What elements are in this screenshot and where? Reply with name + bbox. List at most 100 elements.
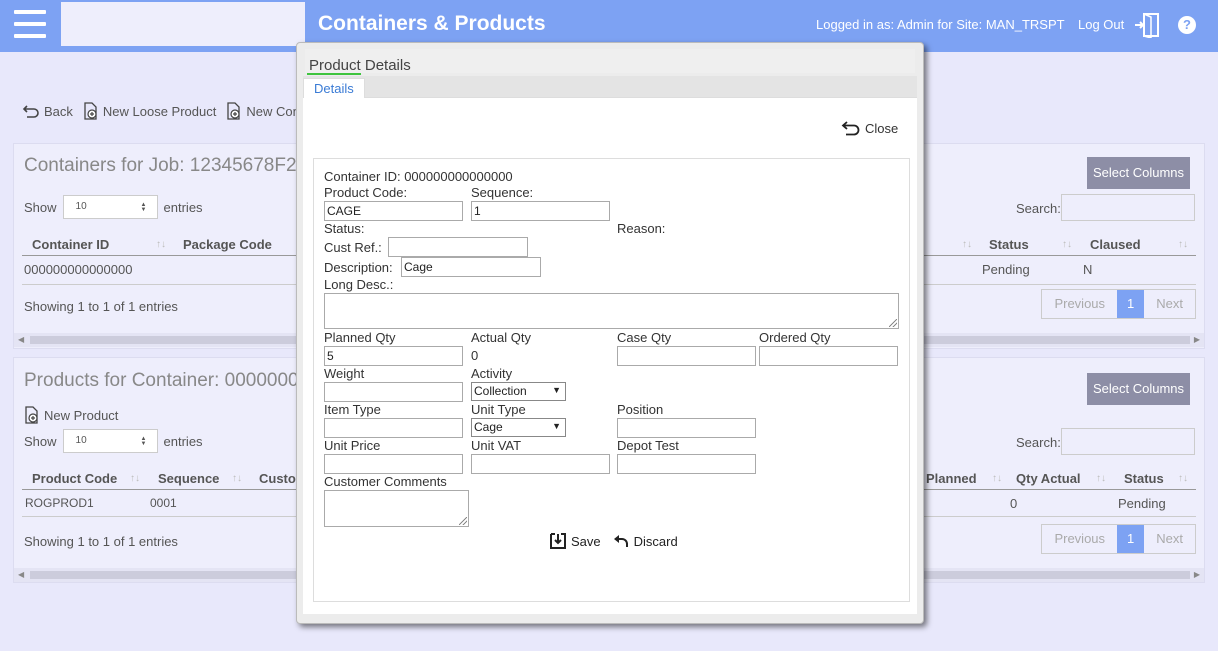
new-product-label: New Product bbox=[44, 407, 119, 423]
cell-sequence: 0001 bbox=[150, 496, 177, 510]
sort-icon[interactable]: ↑↓ bbox=[130, 473, 140, 484]
save-label: Save bbox=[571, 533, 601, 549]
product-code-label: Product Code: bbox=[324, 185, 408, 200]
cell-qty-actual: 0 bbox=[1010, 496, 1018, 511]
column-header-container-id[interactable]: Container ID bbox=[32, 237, 109, 252]
search-input[interactable] bbox=[1061, 194, 1195, 221]
column-header-sequence[interactable]: Sequence bbox=[158, 471, 219, 486]
discard-icon bbox=[613, 535, 628, 547]
select-columns-button[interactable]: Select Columns bbox=[1087, 373, 1190, 405]
column-header-qty-actual[interactable]: Qty Actual bbox=[1016, 471, 1081, 486]
page-1-button[interactable]: 1 bbox=[1117, 290, 1145, 318]
logo bbox=[61, 2, 305, 46]
sort-icon[interactable]: ↑↓ bbox=[1096, 473, 1106, 484]
case-qty-field[interactable] bbox=[617, 346, 756, 366]
page-title: Containers & Products bbox=[318, 12, 546, 35]
activity-label: Activity bbox=[471, 366, 513, 381]
column-header-status[interactable]: Status bbox=[989, 237, 1029, 252]
unit-vat-label: Unit VAT bbox=[471, 438, 522, 453]
sort-icon[interactable]: ↑↓ bbox=[1178, 473, 1188, 484]
tab-details[interactable]: Details bbox=[303, 78, 365, 99]
new-container-button[interactable]: New Cont bbox=[226, 102, 303, 120]
sort-icon[interactable]: ↑↓ bbox=[992, 473, 1002, 484]
cust-ref-label: Cust Ref.: bbox=[324, 240, 382, 255]
entries-select[interactable]: 10 bbox=[62, 195, 158, 219]
back-icon bbox=[22, 105, 39, 118]
column-header-status[interactable]: Status bbox=[1124, 471, 1164, 486]
planned-qty-label: Planned Qty bbox=[324, 330, 396, 345]
back-button[interactable]: Back bbox=[22, 102, 73, 120]
show-label: Show bbox=[24, 433, 57, 449]
close-label: Close bbox=[865, 120, 899, 136]
weight-field[interactable] bbox=[324, 382, 463, 402]
page-1-button[interactable]: 1 bbox=[1117, 525, 1145, 553]
sort-icon[interactable]: ↑↓ bbox=[1062, 239, 1072, 250]
long-desc-field[interactable] bbox=[324, 293, 899, 329]
actual-qty-label: Actual Qty bbox=[471, 330, 531, 345]
entries-label: entries bbox=[163, 199, 203, 215]
close-button[interactable]: Close bbox=[841, 120, 898, 136]
description-label: Description: bbox=[324, 260, 393, 275]
scroll-left-icon[interactable]: ◀ bbox=[18, 568, 24, 582]
entries-select[interactable]: 10 bbox=[62, 429, 158, 453]
previous-button[interactable]: Previous bbox=[1042, 290, 1118, 318]
product-form: Container ID: 000000000000000 Product Co… bbox=[313, 158, 910, 602]
form-actions: Save Discard bbox=[550, 533, 678, 549]
dialog-title: Product Details bbox=[309, 57, 411, 74]
unit-type-label: Unit Type bbox=[471, 402, 526, 417]
column-header-claused[interactable]: Claused bbox=[1090, 237, 1141, 252]
showing-entries-text: Showing 1 to 1 of 1 entries bbox=[24, 299, 178, 314]
sort-icon[interactable]: ↑↓ bbox=[962, 239, 972, 250]
depot-test-field[interactable] bbox=[617, 454, 756, 474]
scroll-left-icon[interactable]: ◀ bbox=[18, 333, 24, 347]
help-icon[interactable]: ? bbox=[1178, 16, 1196, 34]
cell-container-id: 000000000000000 bbox=[24, 262, 133, 277]
logged-in-text: Logged in as: Admin for Site: MAN_TRSPT bbox=[816, 17, 1065, 32]
ordered-qty-field[interactable] bbox=[759, 346, 898, 366]
menu-icon[interactable] bbox=[14, 10, 46, 40]
sequence-field[interactable]: 1 bbox=[471, 201, 610, 221]
product-code-field[interactable]: CAGE bbox=[324, 201, 463, 221]
save-button[interactable]: Save bbox=[550, 533, 601, 549]
cust-ref-field[interactable] bbox=[388, 237, 528, 257]
column-header-product-code[interactable]: Product Code bbox=[32, 471, 117, 486]
scroll-right-icon[interactable]: ▶ bbox=[1194, 333, 1200, 347]
new-loose-product-button[interactable]: New Loose Product bbox=[83, 102, 216, 120]
select-columns-button[interactable]: Select Columns bbox=[1087, 157, 1190, 189]
unit-price-field[interactable] bbox=[324, 454, 463, 474]
discard-label: Discard bbox=[633, 533, 678, 549]
unit-vat-field[interactable] bbox=[471, 454, 610, 474]
show-label: Show bbox=[24, 199, 57, 215]
logout-link[interactable]: Log Out bbox=[1078, 17, 1124, 32]
new-loose-product-label: New Loose Product bbox=[102, 103, 217, 119]
item-type-field[interactable] bbox=[324, 418, 463, 438]
logout-icon[interactable] bbox=[1134, 12, 1160, 38]
pagination: Previous 1 Next bbox=[1041, 524, 1196, 554]
sort-icon[interactable]: ↑↓ bbox=[1178, 239, 1188, 250]
description-field[interactable]: Cage bbox=[401, 257, 541, 277]
column-header-customer[interactable]: Custo bbox=[259, 471, 296, 486]
sort-icon[interactable]: ↑↓ bbox=[232, 473, 242, 484]
scroll-right-icon[interactable]: ▶ bbox=[1194, 568, 1200, 582]
unit-type-select[interactable]: Cage bbox=[471, 418, 566, 437]
planned-qty-field[interactable]: 5 bbox=[324, 346, 463, 366]
depot-test-label: Depot Test bbox=[617, 438, 679, 453]
cell-status: Pending bbox=[982, 262, 1030, 277]
customer-comments-field[interactable] bbox=[324, 490, 469, 527]
previous-button[interactable]: Previous bbox=[1042, 525, 1118, 553]
status-label: Status: bbox=[324, 221, 365, 236]
position-field[interactable] bbox=[617, 418, 756, 438]
next-button[interactable]: Next bbox=[1144, 290, 1195, 318]
next-button[interactable]: Next bbox=[1144, 525, 1195, 553]
sort-icon[interactable]: ↑↓ bbox=[156, 239, 166, 250]
new-document-icon bbox=[227, 102, 241, 120]
actual-qty-value: 0 bbox=[471, 348, 479, 363]
search-input[interactable] bbox=[1061, 428, 1195, 455]
search-label: Search: bbox=[1016, 201, 1061, 216]
column-header-package-code[interactable]: Package Code bbox=[183, 237, 272, 252]
new-product-button[interactable]: New Product bbox=[24, 406, 118, 424]
activity-select[interactable]: Collection bbox=[471, 382, 566, 401]
reason-label: Reason: bbox=[617, 221, 666, 236]
column-header-planned[interactable]: Planned bbox=[926, 471, 977, 486]
discard-button[interactable]: Discard bbox=[613, 533, 678, 549]
